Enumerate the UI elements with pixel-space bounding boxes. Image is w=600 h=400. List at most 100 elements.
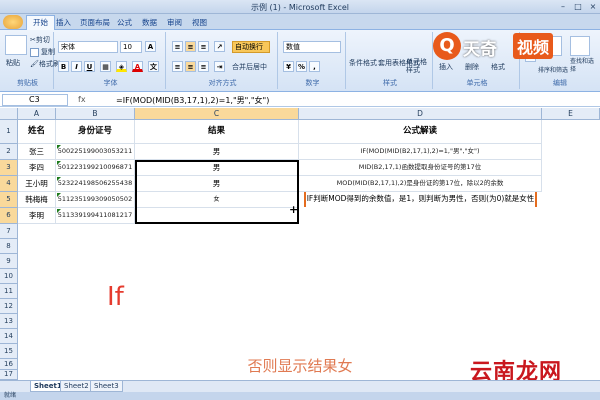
tab-view[interactable]: 视图 <box>192 17 207 28</box>
column-header-d[interactable]: D <box>299 108 542 120</box>
select-all-corner[interactable] <box>0 108 18 120</box>
row-header-13[interactable]: 13 <box>0 314 18 329</box>
fx-icon[interactable]: fx <box>78 95 86 104</box>
formula-input[interactable]: =IF(MOD(MID(B3,17,1),2)=1,"男","女") <box>116 95 269 106</box>
cell-explain[interactable]: MOD(MID(B2,17,1),2)是身份证的第17位，除以2的余数 <box>299 176 542 192</box>
row-header-8[interactable]: 8 <box>0 239 18 254</box>
maximize-icon[interactable]: □ <box>571 1 585 12</box>
minimize-icon[interactable]: – <box>556 1 570 12</box>
align-middle-icon[interactable]: ≡ <box>185 41 196 52</box>
row-header-7[interactable]: 7 <box>0 224 18 239</box>
column-header-c[interactable]: C <box>135 108 299 120</box>
cell-id[interactable]: 501223199210096871 <box>56 160 135 176</box>
brush-icon: 🖌 <box>30 60 39 68</box>
error-indicator-icon <box>57 161 61 165</box>
align-top-icon[interactable]: ≡ <box>172 41 183 52</box>
paste-button[interactable]: 粘贴 <box>6 58 20 68</box>
error-indicator-icon <box>57 193 61 197</box>
cell-explain[interactable]: MID(B2,17,1)函数提取身份证号的第17位 <box>299 160 542 176</box>
tab-data[interactable]: 数据 <box>142 17 157 28</box>
font-color-icon[interactable]: A <box>132 61 143 72</box>
sheet-tab-bar: Sheet1 Sheet2 Sheet3 <box>0 380 600 392</box>
close-icon[interactable]: × <box>586 1 600 12</box>
indent-icon[interactable]: ⇥ <box>214 61 225 72</box>
grow-font-icon[interactable]: A <box>145 41 156 52</box>
row-header-6[interactable]: 6 <box>0 208 18 224</box>
cell-name[interactable]: 李四 <box>18 160 56 176</box>
header-id[interactable]: 身份证号 <box>56 120 135 144</box>
tab-home[interactable]: 开始 <box>26 15 55 30</box>
header-name[interactable]: 姓名 <box>18 120 56 144</box>
error-indicator-icon <box>57 145 61 149</box>
font-name-combo[interactable]: 宋体 <box>58 41 118 53</box>
cell-id[interactable]: 511339199411081217 <box>56 208 135 224</box>
cell-style-button[interactable]: 单元格样式 <box>406 58 432 74</box>
cell-name[interactable]: 韩梅梅 <box>18 192 56 208</box>
header-result[interactable]: 结果 <box>135 120 299 144</box>
font-size-combo[interactable]: 10 <box>120 41 142 53</box>
row-header-12[interactable]: 12 <box>0 299 18 314</box>
cell-name[interactable]: 王小明 <box>18 176 56 192</box>
cell-id[interactable]: 500225199003053211 <box>56 144 135 160</box>
conditional-format-button[interactable]: 条件格式 <box>349 58 377 68</box>
tab-formulas[interactable]: 公式 <box>117 17 132 28</box>
cell-id[interactable]: 523224198506255438 <box>56 176 135 192</box>
worksheet-grid[interactable]: A B C D E 1 2 3 4 5 6 7 8 9 10 11 12 13 … <box>0 108 600 380</box>
align-center-icon[interactable]: ≡ <box>185 61 196 72</box>
italic-icon[interactable]: I <box>71 61 82 72</box>
find-select-icon[interactable] <box>570 36 590 56</box>
sheet-tab-3[interactable]: Sheet3 <box>90 381 123 392</box>
border-icon[interactable]: ▦ <box>100 61 111 72</box>
find-select-button[interactable]: 查找和选择 <box>570 58 596 74</box>
fill-handle-cursor-icon[interactable]: + <box>289 203 298 216</box>
row-header-9[interactable]: 9 <box>0 254 18 269</box>
row-header-3[interactable]: 3 <box>0 160 18 176</box>
column-header-a[interactable]: A <box>18 108 56 120</box>
column-header-e[interactable]: E <box>542 108 600 120</box>
fill-color-icon[interactable]: ◈ <box>116 61 127 72</box>
cell-name[interactable]: 李明 <box>18 208 56 224</box>
cell-result[interactable]: 男 <box>135 144 299 160</box>
header-explain[interactable]: 公式解读 <box>299 120 542 144</box>
align-bottom-icon[interactable]: ≡ <box>198 41 209 52</box>
window-title: 示例 (1) - Microsoft Excel <box>251 3 349 12</box>
cell-name[interactable]: 张三 <box>18 144 56 160</box>
bold-icon[interactable]: B <box>58 61 69 72</box>
align-left-icon[interactable]: ≡ <box>172 61 183 72</box>
orientation-icon[interactable]: ↗ <box>214 41 225 52</box>
phonetic-icon[interactable]: 文 <box>148 61 159 72</box>
wrap-text-button[interactable]: 自动换行 <box>232 41 270 53</box>
number-format-combo[interactable]: 数值 <box>283 41 341 53</box>
selection-range[interactable] <box>135 160 299 224</box>
sheet-tab-2[interactable]: Sheet2 <box>60 381 93 392</box>
row-header-11[interactable]: 11 <box>0 284 18 299</box>
row-header-5[interactable]: 5 <box>0 192 18 208</box>
tab-insert[interactable]: 插入 <box>56 17 71 28</box>
comma-icon[interactable]: , <box>309 61 320 72</box>
row-header-4[interactable]: 4 <box>0 176 18 192</box>
percent-icon[interactable]: % <box>296 61 307 72</box>
paste-icon[interactable] <box>5 35 27 55</box>
tab-page-layout[interactable]: 页面布局 <box>80 17 110 28</box>
copy-button[interactable]: 复制 <box>30 47 55 57</box>
underline-icon[interactable]: U <box>84 61 95 72</box>
status-text: 就绪 <box>4 392 17 399</box>
tab-review[interactable]: 审阅 <box>167 17 182 28</box>
column-header-b[interactable]: B <box>56 108 135 120</box>
cell-explain[interactable]: IF(MOD(MID(B2,17,1),2)=1,"男","女") <box>299 144 542 160</box>
name-box[interactable]: C3 <box>2 94 68 106</box>
row-header-2[interactable]: 2 <box>0 144 18 160</box>
merge-center-button[interactable]: 合并后居中 <box>232 62 267 72</box>
cell-id[interactable]: 511235199309050502 <box>56 192 135 208</box>
row-header-14[interactable]: 14 <box>0 329 18 344</box>
status-bar: 就绪 <box>0 392 600 400</box>
explanation-callout: IF判断MOD得到的余数值，是1，则判断为男性，否则(为0)就是女性 <box>304 192 537 207</box>
sort-filter-button[interactable]: 排序和筛选 <box>538 65 568 74</box>
align-right-icon[interactable]: ≡ <box>198 61 209 72</box>
row-header-10[interactable]: 10 <box>0 269 18 284</box>
office-button-icon[interactable] <box>3 15 23 29</box>
styles-group-label: 样式 <box>383 79 397 87</box>
currency-icon[interactable]: ¥ <box>283 61 294 72</box>
row-header-1[interactable]: 1 <box>0 120 18 144</box>
cut-button[interactable]: ✂剪切 <box>30 35 50 45</box>
